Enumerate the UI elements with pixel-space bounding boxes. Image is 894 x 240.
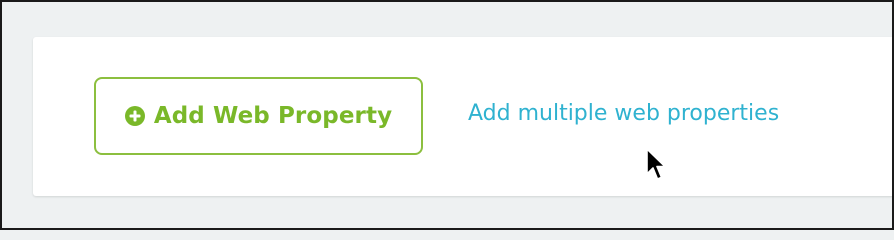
plus-circle-icon [124, 106, 145, 126]
add-multiple-web-properties-link[interactable]: Add multiple web properties [468, 103, 779, 125]
arrow-cursor-icon [646, 148, 666, 180]
add-web-property-button[interactable]: Add Web Property [94, 77, 423, 155]
add-web-property-label: Add Web Property [153, 103, 393, 129]
web-property-card: Add Web Property Add multiple web proper… [33, 37, 894, 196]
